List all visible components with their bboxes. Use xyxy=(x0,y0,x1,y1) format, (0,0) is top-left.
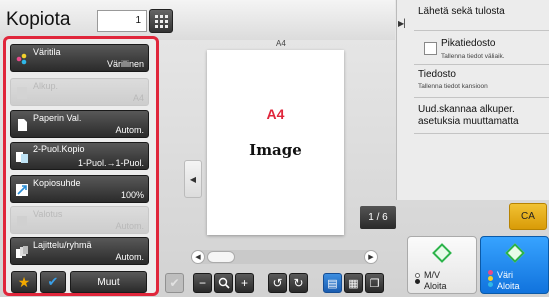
favorites-button[interactable]: ★ xyxy=(11,271,37,293)
sort-icon xyxy=(16,246,28,258)
paper-select-button[interactable]: Paperin Val. Autom. xyxy=(10,110,149,138)
black-dot-icon xyxy=(415,279,420,284)
color-mode-icon xyxy=(16,53,27,65)
chevron-left-icon: ◀ xyxy=(189,174,197,184)
scrollbar-thumb[interactable] xyxy=(207,251,235,263)
doc-image-text: Image xyxy=(249,141,302,159)
color-mode-label: Väritila xyxy=(33,47,61,57)
bw-start-sub: Aloita xyxy=(424,281,447,291)
pages-icon: ❐ xyxy=(369,277,380,290)
color-start-sub: Aloita xyxy=(497,281,520,291)
zoom-in-button[interactable]: + xyxy=(235,273,254,293)
divider xyxy=(414,30,549,31)
rotate-right-button[interactable]: ↻ xyxy=(289,273,308,293)
rotate-left-icon: ↺ xyxy=(272,276,283,290)
divider xyxy=(414,64,549,65)
start-diamond-icon xyxy=(504,243,525,263)
ratio-icon xyxy=(16,184,28,196)
doc-size-text: A4 xyxy=(266,106,285,122)
scroll-left-button[interactable]: ◀ xyxy=(191,250,205,264)
original-label: Alkup. xyxy=(33,81,59,91)
document-preview: A4 Image xyxy=(207,50,344,235)
original-value: A4 xyxy=(132,93,144,103)
quick-file-sub: Tallenna tiedot väliaik. xyxy=(441,53,505,60)
duplex-icon xyxy=(16,152,28,163)
sort-group-label: Lajittelu/ryhmä xyxy=(33,240,92,250)
clear-all-button[interactable]: CA xyxy=(509,203,547,230)
single-page-view-button[interactable]: ▤ xyxy=(323,273,342,293)
minus-icon: − xyxy=(198,276,206,290)
sort-group-button[interactable]: Lajittelu/ryhmä Autom. xyxy=(10,237,149,265)
send-and-print-option[interactable]: Lähetä sekä tulosta xyxy=(418,6,505,17)
page-title: Kopiota xyxy=(6,9,71,30)
quick-file-checkbox[interactable] xyxy=(424,42,437,55)
expand-panel-icon[interactable]: ▶▏ xyxy=(398,19,410,28)
paper-icon xyxy=(18,119,27,131)
grid-icon: ▦ xyxy=(348,277,359,290)
exposure-label: Valotus xyxy=(33,209,63,219)
duplex-value: 1-Puol.→1-Puol. xyxy=(77,158,144,168)
bw-start-label: M/V xyxy=(424,270,441,280)
keypad-icon xyxy=(154,14,168,28)
file-option[interactable]: Tiedosto xyxy=(418,69,456,80)
rescan-option[interactable]: Uud.skannaa alkuper. xyxy=(418,104,515,115)
check-icon: ✔ xyxy=(169,276,180,290)
quick-file-label[interactable]: Pikatiedosto xyxy=(441,38,495,49)
color-start-label: Väri xyxy=(497,270,514,280)
color-mode-value: Värillinen xyxy=(106,59,144,69)
ratio-label: Kopiosuhde xyxy=(33,178,81,188)
keypad-button[interactable] xyxy=(149,9,173,33)
original-button: Alkup. A4 xyxy=(10,78,149,106)
check-icon: ✔ xyxy=(47,274,59,289)
paper-select-value: Autom. xyxy=(115,125,144,135)
scroll-left-icon: ◀ xyxy=(195,254,201,261)
ratio-button[interactable]: Kopiosuhde 100% xyxy=(10,175,149,203)
magnifier-icon xyxy=(218,277,230,289)
scroll-right-icon: ▶ xyxy=(368,254,374,261)
select-button: ✔ xyxy=(165,273,184,293)
plus-icon: + xyxy=(240,276,248,290)
ratio-value: 100% xyxy=(120,190,144,200)
duplex-label: 2-Puol.Kopio xyxy=(33,144,85,154)
confirm-button[interactable]: ✔ xyxy=(40,271,66,293)
collapse-panel-button[interactable]: ◀ xyxy=(184,160,202,198)
exposure-button: Valotus Autom. xyxy=(10,206,149,234)
white-dot-icon xyxy=(415,273,420,278)
paper-size-label: A4 xyxy=(276,39,286,48)
copies-input[interactable]: 1 xyxy=(97,10,147,32)
bw-start-button[interactable]: M/V Aloita xyxy=(407,236,477,294)
zoom-out-button[interactable]: − xyxy=(193,273,212,293)
rotate-right-icon: ↻ xyxy=(293,276,304,290)
multi-page-view-button[interactable]: ❐ xyxy=(365,273,384,293)
cyan-dot-icon xyxy=(488,282,493,287)
exposure-value: Autom. xyxy=(115,221,144,231)
paper-select-label: Paperin Val. xyxy=(33,113,82,123)
start-diamond-icon xyxy=(432,243,452,263)
more-button[interactable]: Muut xyxy=(70,271,147,293)
exposure-icon xyxy=(17,216,27,226)
color-mode-button[interactable]: Väritila Värillinen xyxy=(10,44,149,72)
page-counter: 1 / 6 xyxy=(360,206,396,229)
single-page-icon: ▤ xyxy=(327,277,338,290)
rotate-left-button[interactable]: ↺ xyxy=(268,273,287,293)
original-icon xyxy=(17,87,27,99)
divider xyxy=(414,97,549,98)
magenta-dot-icon xyxy=(488,270,493,275)
file-option-sub: Tallenna tiedot kansioon xyxy=(418,83,488,90)
rescan-option-line2: asetuksia muuttamatta xyxy=(418,116,519,127)
duplex-button[interactable]: 2-Puol.Kopio 1-Puol.→1-Puol. xyxy=(10,142,149,170)
color-start-button[interactable]: Väri Aloita xyxy=(480,236,549,294)
thumbnail-view-button[interactable]: ▦ xyxy=(344,273,363,293)
yellow-dot-icon xyxy=(488,276,493,281)
scroll-right-button[interactable]: ▶ xyxy=(364,250,378,264)
sort-group-value: Autom. xyxy=(115,252,144,262)
zoom-button[interactable] xyxy=(214,273,233,293)
divider xyxy=(414,133,549,134)
star-icon: ★ xyxy=(17,273,31,290)
